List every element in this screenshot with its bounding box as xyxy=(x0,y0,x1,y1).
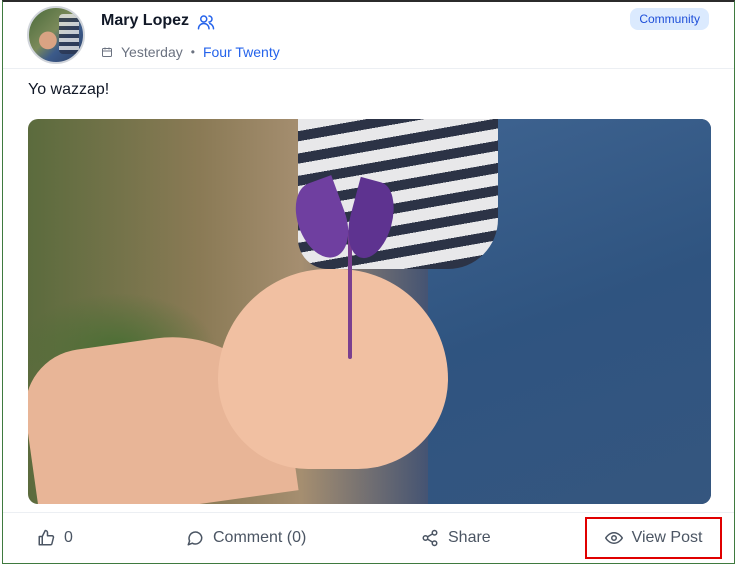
group-link[interactable]: Four Twenty xyxy=(203,44,280,60)
view-post-button[interactable]: View Post xyxy=(585,517,722,559)
author-name[interactable]: Mary Lopez xyxy=(101,12,189,30)
post-card: Mary Lopez Yesterday • Four Twenty Commu… xyxy=(2,0,735,564)
view-post-label: View Post xyxy=(631,529,703,546)
image-child-hand xyxy=(218,269,448,469)
post-image[interactable] xyxy=(28,119,711,504)
calendar-icon xyxy=(102,47,112,57)
avatar-stripe-decoration xyxy=(59,14,79,54)
post-text: Yo wazzap! xyxy=(28,81,110,98)
share-label: Share xyxy=(448,529,491,546)
share-button[interactable]: Share xyxy=(421,513,491,563)
comment-icon xyxy=(187,531,203,546)
post-meta: Yesterday • Four Twenty xyxy=(101,44,280,60)
avatar[interactable] xyxy=(27,6,85,64)
thumbs-up-icon xyxy=(38,529,55,546)
comment-button[interactable]: Comment (0) xyxy=(186,513,306,563)
comment-label: Comment (0) xyxy=(213,529,307,546)
post-time: Yesterday xyxy=(121,44,183,60)
header-divider xyxy=(3,68,734,69)
users-icon xyxy=(197,13,215,31)
share-icon xyxy=(422,529,438,547)
like-button[interactable]: 0 xyxy=(37,513,73,563)
community-badge: Community xyxy=(630,8,709,30)
meta-separator: • xyxy=(190,45,195,59)
like-count: 0 xyxy=(64,529,73,546)
eye-icon xyxy=(604,531,623,545)
post-actions: 0 Comment (0) Share View Post xyxy=(3,513,734,563)
